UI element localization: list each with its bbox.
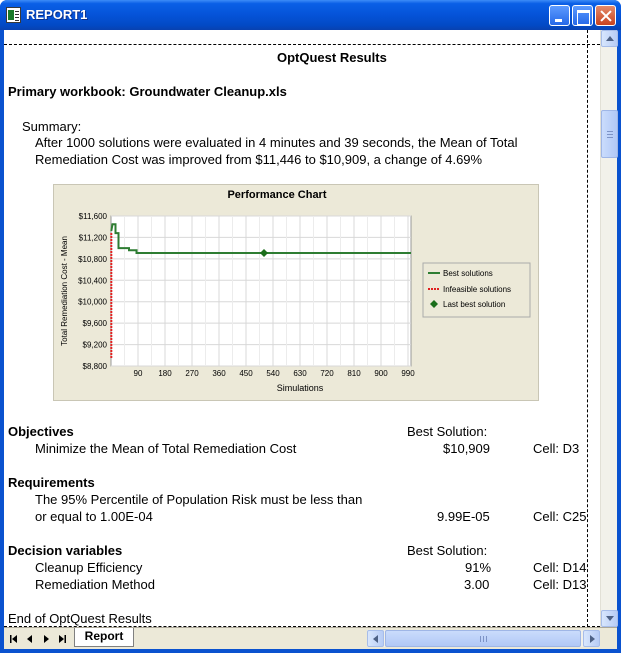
requirements-title: Requirements (8, 475, 95, 490)
y-tick-label: $9,200 (83, 341, 108, 350)
x-tick-label: 90 (134, 369, 143, 378)
scroll-down-button[interactable] (601, 610, 618, 627)
plot-area (110, 215, 412, 367)
last-sheet-icon[interactable] (56, 633, 68, 645)
page-break-right (587, 30, 588, 627)
chart-svg: Performance Chart $8,800 $9,200 $9,600 $10,… (60, 189, 531, 393)
x-tick-label: 810 (347, 369, 361, 378)
objective-cell: Cell: D3 (533, 441, 580, 456)
legend-label-best: Best solutions (443, 269, 493, 278)
report-heading: OptQuest Results (277, 50, 387, 65)
grip-line (607, 134, 613, 135)
grip-line (486, 636, 487, 642)
performance-chart: Performance Chart $8,800 $9,200 $9,600 $10,… (53, 184, 539, 401)
previous-sheet-icon[interactable] (24, 633, 36, 645)
client-area: OptQuest Results Primary workbook: Groun… (4, 30, 618, 649)
summary-label: Summary: (22, 119, 82, 134)
objectives-title: Objectives (8, 424, 74, 439)
title-bar[interactable]: REPORT1 (0, 0, 621, 30)
decision-best-label: Best Solution: (407, 543, 488, 558)
vertical-scrollbar[interactable] (600, 30, 618, 627)
chart-legend: Best solutions Infeasible solutions Last… (422, 262, 531, 318)
report-window: REPORT1 OptQuest Results Primary workboo… (0, 0, 621, 653)
x-tick-label: 450 (239, 369, 253, 378)
scrollbar-corner (600, 630, 617, 647)
page-break-top (4, 44, 600, 45)
objective-value: $10,909 (443, 441, 490, 456)
summary-line-1: After 1000 solutions were evaluated in 4… (35, 135, 518, 150)
objective-label: Minimize the Mean of Total Remediation C… (35, 441, 297, 456)
sheet-tab-report[interactable]: Report (74, 628, 134, 647)
legend-label-infeasible: Infeasible solutions (443, 285, 511, 294)
legend-label-last-best: Last best solution (443, 300, 505, 309)
y-axis-label: Total Remediation Cost - Mean (60, 236, 69, 346)
scroll-right-button[interactable] (583, 630, 600, 647)
decision-variable-value: 91% (465, 560, 492, 575)
close-button[interactable] (595, 5, 616, 26)
grip-line (480, 636, 481, 642)
requirement-cell: Cell: C25 (533, 509, 587, 524)
minimize-button[interactable] (549, 5, 570, 26)
x-axis-label: Simulations (277, 383, 324, 393)
x-tick-label: 360 (212, 369, 226, 378)
x-tick-label: 270 (185, 369, 199, 378)
grip-line (607, 137, 613, 138)
decision-variable-cell: Cell: D13 (533, 577, 587, 592)
grip-line (483, 636, 484, 642)
sheet-tab-bar: Report (4, 627, 617, 649)
horizontal-scroll-thumb[interactable] (385, 630, 581, 647)
x-tick-label: 540 (266, 369, 280, 378)
x-tick-label: 180 (158, 369, 172, 378)
arrow-left-icon (373, 635, 378, 643)
excel-sheet-icon[interactable] (6, 7, 21, 23)
x-tick-label: 720 (320, 369, 334, 378)
window-title: REPORT1 (26, 7, 88, 22)
decision-variable-label: Remediation Method (35, 577, 155, 592)
arrow-down-icon (606, 616, 614, 621)
y-tick-label: $10,000 (78, 298, 107, 307)
maximize-button[interactable] (572, 5, 593, 26)
first-sheet-icon[interactable] (8, 633, 20, 645)
next-sheet-icon[interactable] (40, 633, 52, 645)
scroll-up-button[interactable] (601, 30, 618, 47)
requirement-value: 9.99E-05 (437, 509, 490, 524)
y-tick-label: $11,200 (79, 233, 108, 242)
x-tick-label: 990 (401, 369, 415, 378)
arrow-right-icon (590, 635, 595, 643)
x-axis-ticks: 90 180 270 360 450 540 630 720 810 900 990 (134, 369, 416, 378)
report-sheet[interactable]: OptQuest Results Primary workbook: Groun… (4, 30, 600, 627)
horizontal-scrollbar[interactable] (367, 630, 600, 647)
requirement-label-line-2: or equal to 1.00E-04 (35, 509, 153, 524)
decision-variables-title: Decision variables (8, 543, 123, 558)
requirement-label-line-1: The 95% Percentile of Population Risk mu… (35, 492, 363, 507)
y-axis-ticks: $8,800 $9,200 $9,600 $10,000 $10,400 $10,800 $… (78, 212, 107, 371)
x-tick-label: 630 (293, 369, 307, 378)
objectives-best-label: Best Solution: (407, 424, 488, 439)
decision-variable-value: 3.00 (464, 577, 490, 592)
arrow-up-icon (606, 36, 614, 41)
scroll-left-button[interactable] (367, 630, 384, 647)
decision-variable-label: Cleanup Efficiency (35, 560, 143, 575)
y-tick-label: $8,800 (83, 362, 108, 371)
workbook-line: Primary workbook: Groundwater Cleanup.xl… (8, 84, 287, 99)
decision-variable-cell: Cell: D14 (533, 560, 587, 575)
chart-title: Performance Chart (227, 189, 326, 201)
y-tick-label: $10,400 (78, 276, 107, 285)
vertical-scroll-thumb[interactable] (601, 110, 618, 158)
y-tick-label: $9,600 (83, 319, 108, 328)
grip-line (607, 131, 613, 132)
summary-line-2: Remediation Cost was improved from $11,4… (35, 152, 483, 167)
x-tick-label: 900 (374, 369, 388, 378)
y-tick-label: $10,800 (78, 255, 107, 264)
y-tick-label: $11,600 (79, 212, 108, 221)
end-text: End of OptQuest Results (8, 611, 152, 626)
